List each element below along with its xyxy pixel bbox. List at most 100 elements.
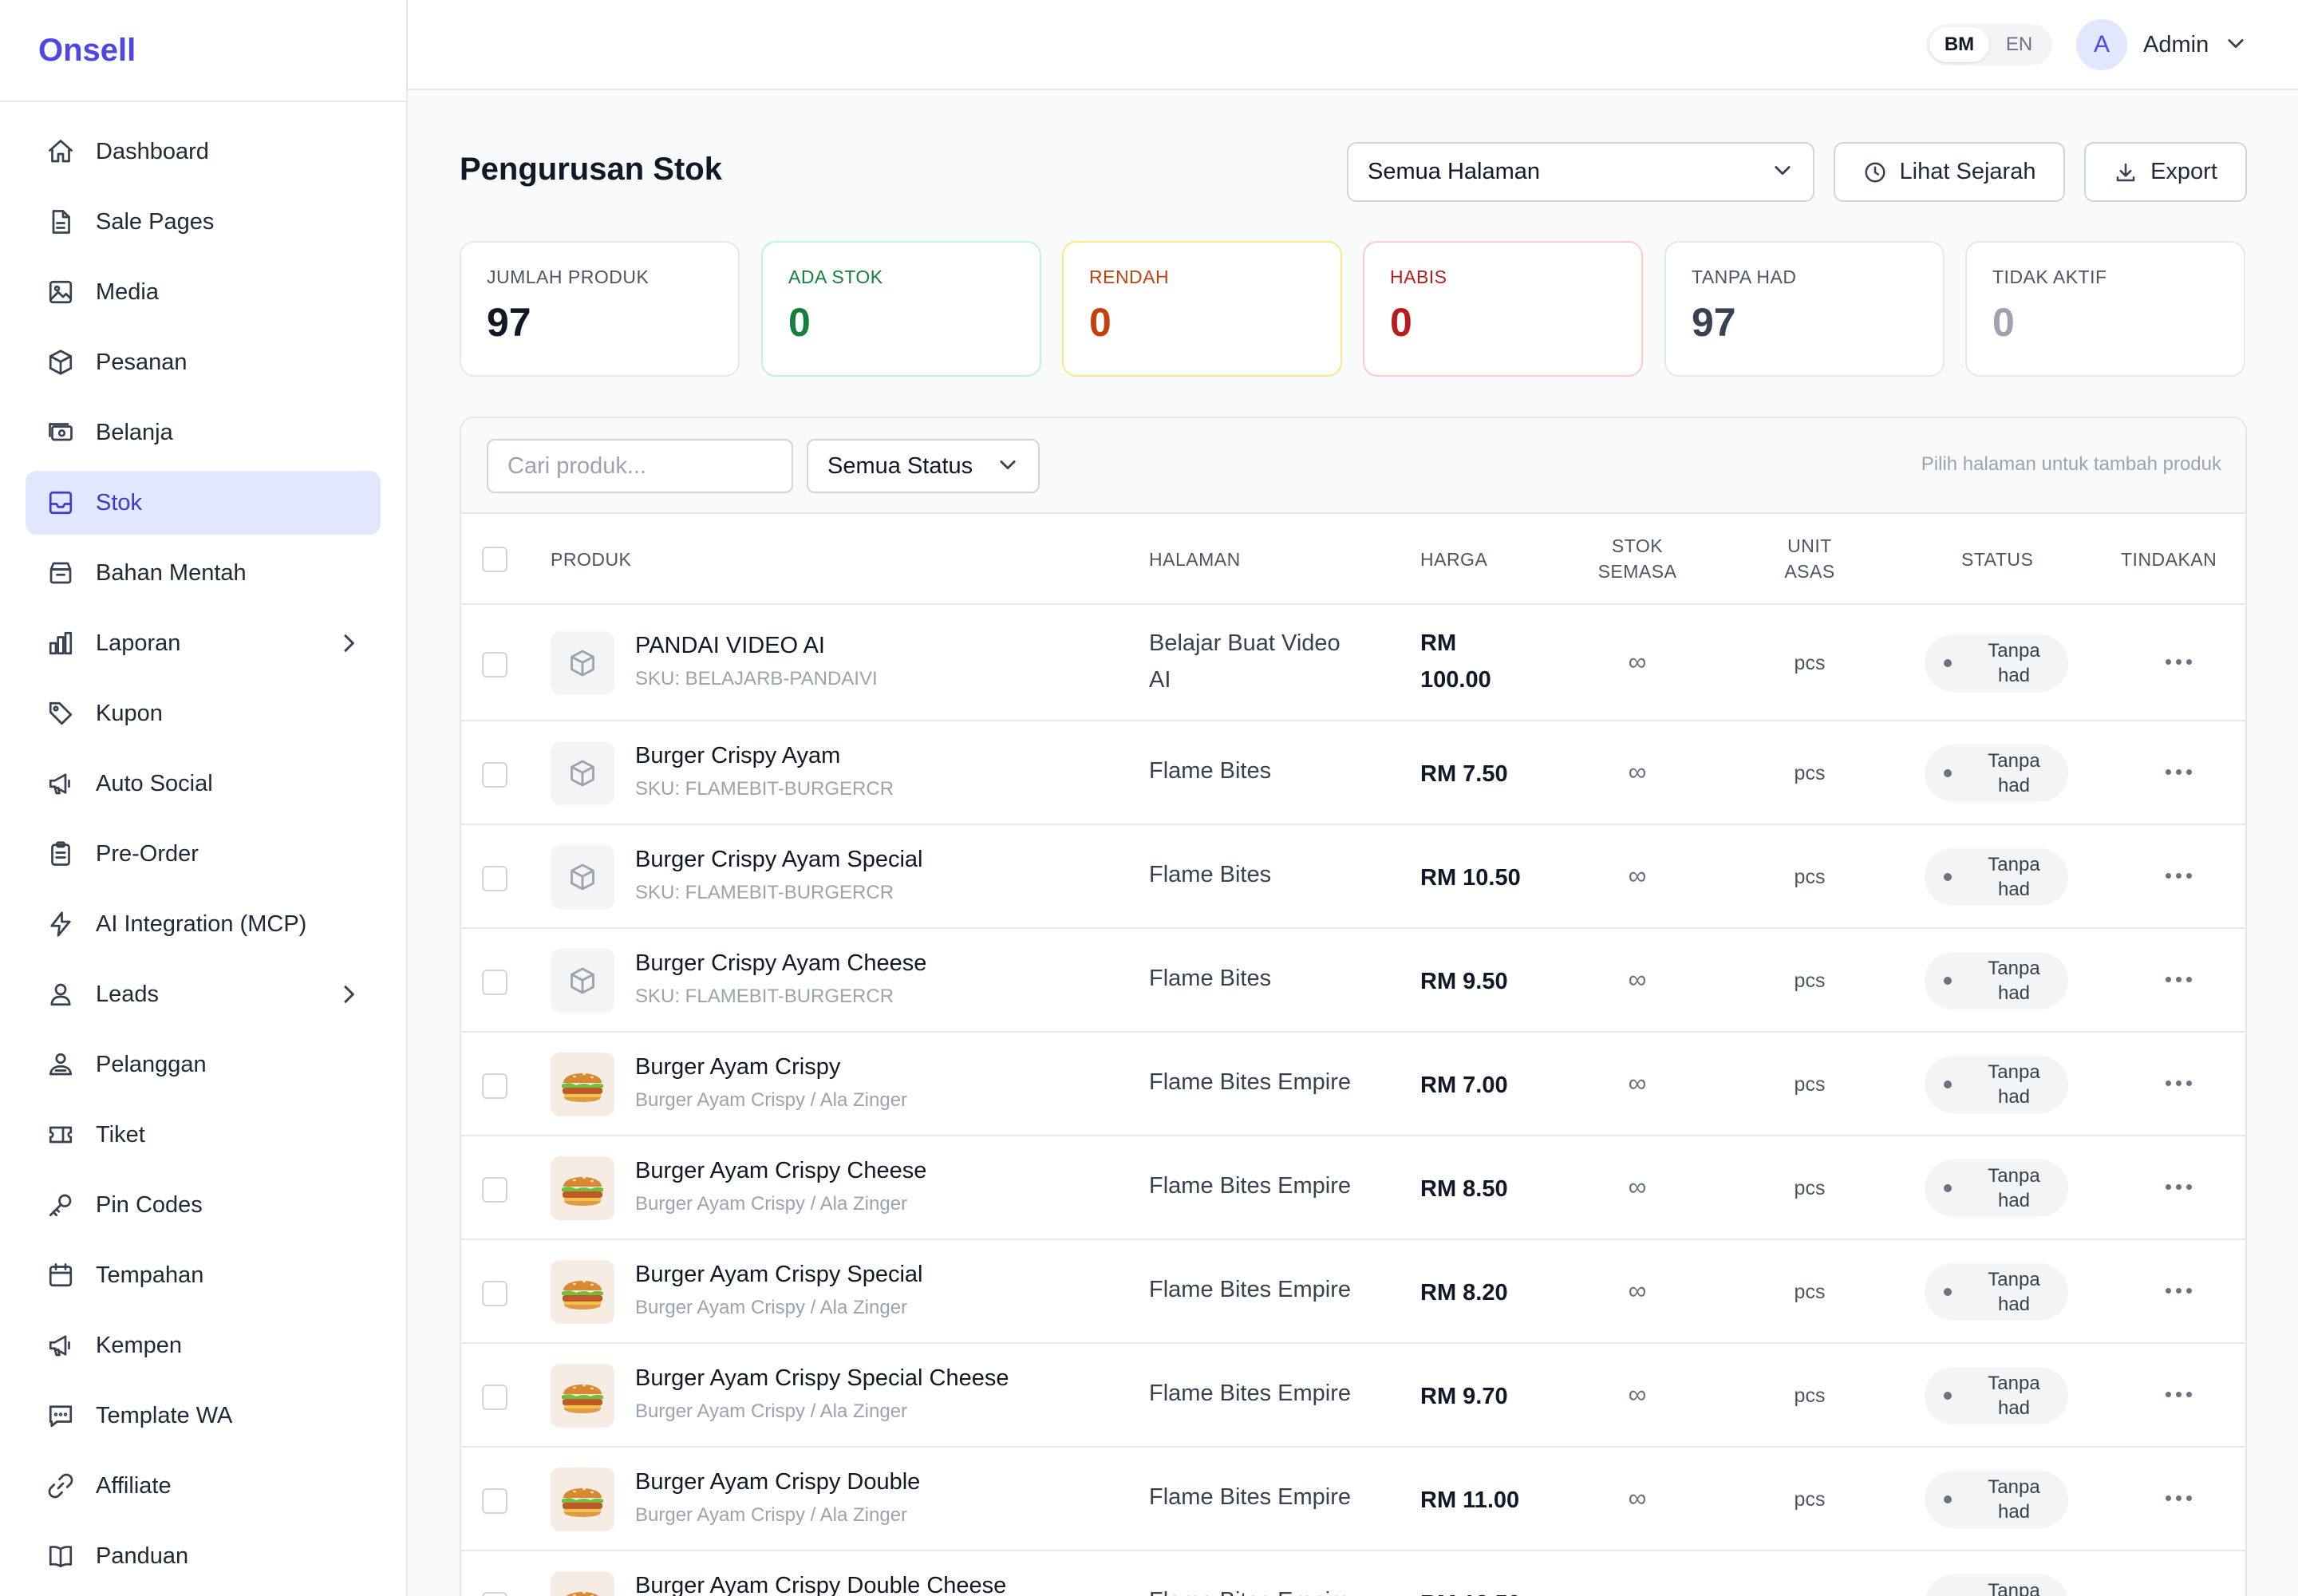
- more-actions-icon[interactable]: [2154, 1586, 2202, 1596]
- sidebar-item-auto-social[interactable]: Auto Social: [26, 752, 381, 816]
- more-actions-icon[interactable]: [2154, 646, 2202, 678]
- row-checkbox[interactable]: [482, 1281, 507, 1306]
- box-icon: [551, 631, 614, 695]
- sidebar-item-pelanggan[interactable]: Pelanggan: [26, 1033, 381, 1096]
- select-all-checkbox[interactable]: [482, 547, 507, 572]
- status-filter-select[interactable]: Semua Status: [807, 439, 1040, 493]
- row-checkbox[interactable]: [482, 1592, 507, 1596]
- product-image: [551, 1156, 614, 1220]
- sidebar-item-label: Pesanan: [96, 349, 188, 375]
- sidebar-item-media[interactable]: Media: [26, 260, 381, 324]
- status-dot: [1944, 1288, 1952, 1296]
- stock-table-panel: Semua Status Pilih halaman untuk tambah …: [460, 417, 2247, 1596]
- price-line: RM: [1420, 630, 1457, 656]
- more-actions-icon[interactable]: [2154, 1378, 2202, 1410]
- search-input[interactable]: [487, 439, 793, 493]
- sidebar-item-pin-codes[interactable]: Pin Codes: [26, 1173, 381, 1237]
- sidebar-item-label: Sale Pages: [96, 208, 215, 235]
- sidebar-item-bahan-mentah[interactable]: Bahan Mentah: [26, 541, 381, 605]
- user-menu[interactable]: A Admin: [2076, 19, 2247, 70]
- status-line: Tanpa: [1988, 1373, 2040, 1394]
- toolbar-hint: Pilih halaman untuk tambah produk: [1921, 453, 2221, 475]
- row-checkbox[interactable]: [482, 1177, 507, 1203]
- row-checkbox[interactable]: [482, 970, 507, 995]
- column-header-page: HALAMAN: [1149, 549, 1241, 570]
- status-line: had: [1997, 665, 2031, 686]
- table-row: Burger Crispy Ayam Special SKU: FLAMEBIT-…: [461, 825, 2245, 929]
- sidebar-item-dashboard[interactable]: Dashboard: [26, 120, 381, 184]
- sidebar-item-tiket[interactable]: Tiket: [26, 1103, 381, 1167]
- sidebar-item-ai-integration[interactable]: AI Integration (MCP): [26, 892, 381, 956]
- home-icon: [45, 136, 77, 168]
- more-actions-icon[interactable]: [2154, 1482, 2202, 1514]
- sidebar-item-leads[interactable]: Leads: [26, 962, 381, 1026]
- price: RM 8.50: [1420, 1176, 1508, 1202]
- user-name: Admin: [2143, 31, 2209, 57]
- sidebar-item-label: Laporan: [96, 630, 181, 656]
- view-history-button[interactable]: Lihat Sejarah: [1834, 142, 2065, 202]
- product-name[interactable]: Burger Ayam Crispy: [635, 1054, 840, 1080]
- price: RM 9.70: [1420, 1384, 1508, 1409]
- table-row: PANDAI VIDEO AI SKU: BELAJARB-PANDAIVI Bel…: [461, 605, 2245, 721]
- stat-label: JUMLAH PRODUK: [487, 267, 650, 287]
- sidebar-item-pre-order[interactable]: Pre-Order: [26, 822, 381, 886]
- product-name[interactable]: Burger Ayam Crispy Special Cheese: [635, 1365, 1009, 1392]
- sidebar-item-pesanan[interactable]: Pesanan: [26, 330, 381, 394]
- sidebar-item-panduan[interactable]: Panduan: [26, 1524, 381, 1588]
- row-checkbox[interactable]: [482, 1488, 507, 1514]
- product-name[interactable]: Burger Crispy Ayam: [635, 743, 840, 769]
- sidebar-item-tempahan[interactable]: Tempahan: [26, 1243, 381, 1307]
- more-actions-icon[interactable]: [2154, 963, 2202, 995]
- product-name[interactable]: Burger Ayam Crispy Double: [635, 1469, 920, 1495]
- page-name: Flame Bites Empire: [1149, 1484, 1352, 1510]
- column-header-line: STOK: [1611, 535, 1664, 556]
- status-line: had: [1997, 1397, 2031, 1419]
- export-button[interactable]: Export: [2084, 142, 2247, 202]
- sidebar-item-template-wa[interactable]: Template WA: [26, 1384, 381, 1448]
- sidebar-item-laporan[interactable]: Laporan: [26, 611, 381, 675]
- product-name[interactable]: Burger Ayam Crispy Cheese: [635, 1158, 926, 1184]
- table-row: Burger Crispy Ayam SKU: FLAMEBIT-BURGERCR…: [461, 721, 2245, 825]
- product-name[interactable]: Burger Crispy Ayam Cheese: [635, 950, 926, 977]
- row-checkbox[interactable]: [482, 1385, 507, 1410]
- row-checkbox[interactable]: [482, 762, 507, 788]
- row-checkbox[interactable]: [482, 866, 507, 891]
- sidebar-item-stok[interactable]: Stok: [26, 471, 381, 535]
- product-name[interactable]: Burger Ayam Crispy Special: [635, 1262, 923, 1288]
- lang-en-button[interactable]: EN: [1989, 27, 2049, 62]
- page-name: Flame Bites Empire: [1149, 1582, 1364, 1596]
- page-name: Flame Bites: [1149, 758, 1272, 784]
- more-actions-icon[interactable]: [2154, 1171, 2202, 1203]
- brand-logo[interactable]: Onsell: [38, 33, 136, 69]
- more-actions-icon[interactable]: [2154, 1067, 2202, 1099]
- box-icon: [551, 845, 614, 909]
- sidebar-item-kempen[interactable]: Kempen: [26, 1314, 381, 1377]
- status-line: Tanpa: [1988, 750, 2040, 772]
- row-checkbox[interactable]: [482, 1073, 507, 1099]
- status-dot: [1944, 1184, 1952, 1192]
- product-image: [551, 1053, 614, 1116]
- sidebar-item-affiliate[interactable]: Affiliate: [26, 1454, 381, 1518]
- clock-icon: [1865, 162, 1885, 182]
- status-text: Tanpa had: [1974, 1475, 2054, 1524]
- status-dot: [1944, 1392, 1952, 1400]
- more-actions-icon[interactable]: [2154, 1274, 2202, 1306]
- product-name[interactable]: Burger Ayam Crispy Double Cheese: [635, 1573, 1006, 1596]
- lang-bm-button[interactable]: BM: [1929, 27, 1989, 62]
- product-sku: Burger Ayam Crispy / Ala Zinger: [635, 1089, 908, 1111]
- page-filter-select[interactable]: Semua Halaman: [1347, 142, 1814, 202]
- sidebar-item-sale-pages[interactable]: Sale Pages: [26, 190, 381, 254]
- product-name[interactable]: Burger Crispy Ayam Special: [635, 847, 923, 873]
- price: RM 8.20: [1420, 1280, 1508, 1306]
- price: RM 100.00: [1420, 625, 1540, 698]
- status-text: Tanpa had: [1974, 1371, 2054, 1420]
- more-actions-icon[interactable]: [2154, 859, 2202, 891]
- more-actions-icon[interactable]: [2154, 756, 2202, 788]
- column-header-price: HARGA: [1420, 549, 1488, 570]
- table-row: Burger Ayam Crispy Double Cheese Flame Bi…: [461, 1551, 2245, 1596]
- sidebar-item-kupon[interactable]: Kupon: [26, 681, 381, 745]
- row-checkbox[interactable]: [482, 652, 507, 678]
- sidebar-item-belanja[interactable]: Belanja: [26, 401, 381, 464]
- stat-card-low: RENDAH 0: [1062, 241, 1342, 377]
- product-name[interactable]: PANDAI VIDEO AI: [635, 633, 825, 659]
